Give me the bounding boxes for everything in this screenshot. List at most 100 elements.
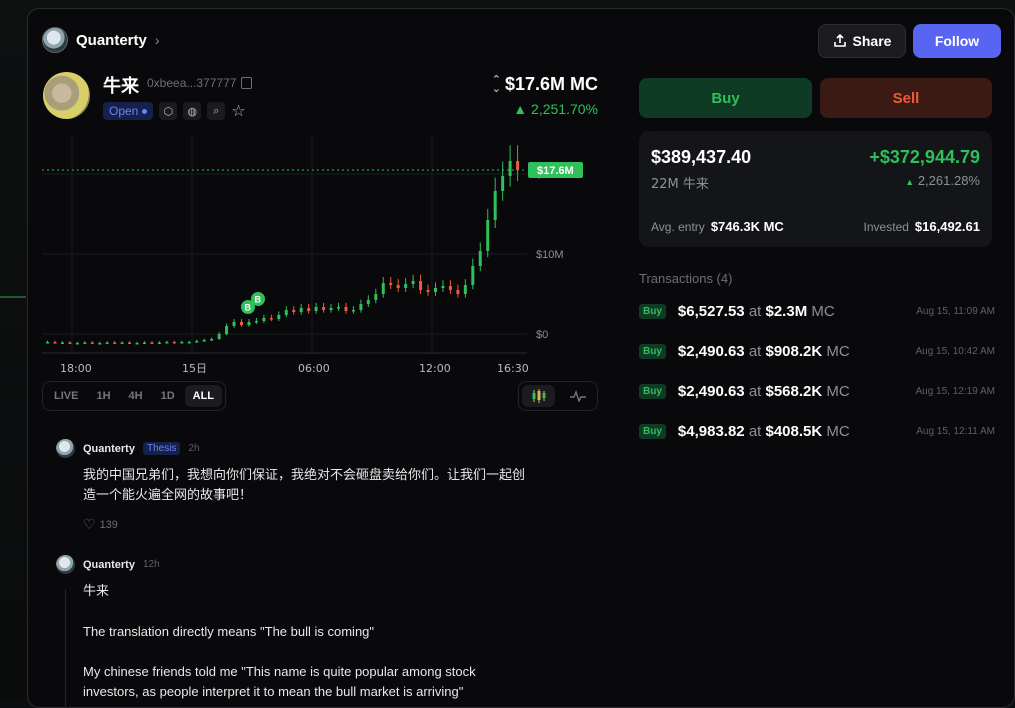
up-triangle-icon: ▲ xyxy=(905,177,914,187)
candle xyxy=(173,342,176,344)
tx-type-badge: Buy xyxy=(639,424,666,439)
position-card: $389,437.40 +$372,944.79 22M 牛来 ▲ 2,261.… xyxy=(639,131,992,247)
candle xyxy=(53,342,56,344)
post-line: 牛来 xyxy=(83,582,563,602)
thesis-tag: Thesis xyxy=(143,442,180,455)
candle xyxy=(277,315,280,319)
candle xyxy=(113,343,116,345)
transaction-row[interactable]: Buy $2,490.63 at $908.2K MC Aug 15, 10:4… xyxy=(639,340,995,362)
market-cap-change: ▲ 2,251.70% xyxy=(513,101,598,117)
globe-icon[interactable]: ◍ xyxy=(183,102,201,120)
position-value: $389,437.40 xyxy=(651,147,751,168)
status-dot-icon xyxy=(142,109,147,114)
candle xyxy=(352,310,355,312)
tab-1d[interactable]: 1D xyxy=(153,385,183,407)
post-username[interactable]: Quanterty xyxy=(83,559,135,571)
post-time: 2h xyxy=(188,443,199,454)
thread-line xyxy=(65,589,66,708)
position-pnl-percent: ▲ 2,261.28% xyxy=(905,173,980,188)
avg-entry-label: Avg. entry xyxy=(651,220,705,234)
candle xyxy=(434,288,437,292)
buy-marker-label: B xyxy=(245,303,252,313)
profile-username[interactable]: Quanterty xyxy=(76,32,147,49)
avatar[interactable] xyxy=(56,555,75,574)
tx-time: Aug 15, 10:42 AM xyxy=(915,346,995,357)
x-tick-label: 18:00 xyxy=(60,362,92,375)
tx-summary: $2,490.63 at $568.2K MC xyxy=(678,383,850,400)
candle xyxy=(240,322,243,325)
share-label: Share xyxy=(853,33,892,49)
candle xyxy=(486,220,489,251)
candle xyxy=(315,307,318,311)
candle xyxy=(218,334,221,339)
candle xyxy=(106,343,109,345)
tx-unit: MC xyxy=(826,383,849,400)
invested-value: $16,492.61 xyxy=(915,219,980,234)
tx-type-badge: Buy xyxy=(639,304,666,319)
buy-button[interactable]: Buy xyxy=(639,78,812,118)
avatar[interactable] xyxy=(56,439,75,458)
transaction-row[interactable]: Buy $4,983.82 at $408.5K MC Aug 15, 12:1… xyxy=(639,420,995,442)
candle xyxy=(262,318,265,321)
tx-at: at xyxy=(749,303,762,320)
market-cap-value: $17.6M MC xyxy=(505,74,598,95)
candle xyxy=(479,251,482,266)
post-header: Quanterty 12h xyxy=(56,555,563,574)
post-time: 12h xyxy=(143,559,160,570)
post-line: investors, as people interpret it to mea… xyxy=(83,682,563,702)
candle xyxy=(285,310,288,315)
like-button[interactable]: ♡ 139 xyxy=(83,516,563,533)
follow-button[interactable]: Follow xyxy=(913,24,1001,58)
star-icon[interactable]: ☆ xyxy=(231,101,245,121)
avg-entry: Avg. entry$746.3K MC xyxy=(651,219,784,234)
tab-all[interactable]: ALL xyxy=(185,385,222,407)
token-address-text: 0xbeea...377777 xyxy=(147,76,236,90)
tx-type-badge: Buy xyxy=(639,384,666,399)
share-button[interactable]: Share xyxy=(818,24,906,58)
pulse-icon xyxy=(570,390,586,402)
current-price-label: $17.6M xyxy=(537,165,574,177)
status-badge-label: Open xyxy=(109,104,138,118)
candle xyxy=(247,322,250,325)
post-line: The translation directly means "The bull… xyxy=(83,622,563,642)
candle xyxy=(136,343,139,345)
line-chart-button[interactable] xyxy=(561,385,594,407)
tx-time: Aug 15, 12:11 AM xyxy=(916,426,995,437)
sell-button[interactable]: Sell xyxy=(820,78,992,118)
market-cap[interactable]: ⌃⌄ $17.6M MC xyxy=(492,74,598,95)
candle xyxy=(300,308,303,312)
candle xyxy=(464,285,467,294)
transaction-row[interactable]: Buy $6,527.53 at $2.3M MC Aug 15, 11:09 … xyxy=(639,300,995,322)
candle xyxy=(359,304,362,310)
copy-icon[interactable] xyxy=(241,77,252,89)
candlestick-chart-button[interactable] xyxy=(522,385,555,407)
tx-at: at xyxy=(749,343,762,360)
tab-1h[interactable]: 1H xyxy=(88,385,118,407)
token-avatar xyxy=(43,72,90,119)
candle xyxy=(121,343,124,345)
candle xyxy=(225,326,228,334)
token-name: 牛来 xyxy=(103,72,139,98)
search-icon[interactable]: ⌕ xyxy=(207,102,225,120)
tx-type-badge: Buy xyxy=(639,344,666,359)
tx-unit: MC xyxy=(826,343,849,360)
candle xyxy=(307,308,310,311)
token-address[interactable]: 0xbeea...377777 xyxy=(147,76,252,90)
tx-unit: MC xyxy=(811,303,834,320)
transaction-row[interactable]: Buy $2,490.63 at $568.2K MC Aug 15, 12:1… xyxy=(639,380,995,402)
tab-live[interactable]: LIVE xyxy=(46,385,86,407)
candle xyxy=(188,342,191,344)
profile-header[interactable]: Quanterty › xyxy=(42,27,160,53)
price-chart[interactable]: $20M$10M$018:0015日06:0012:0016:30$17.6MB… xyxy=(42,134,602,379)
tx-mc: $908.2K xyxy=(766,343,823,360)
y-tick-label: $10M xyxy=(536,249,564,261)
candle xyxy=(344,307,347,311)
candle xyxy=(427,290,430,292)
x-tick-label: 12:00 xyxy=(419,362,451,375)
post-username[interactable]: Quanterty xyxy=(83,443,135,455)
tab-4h[interactable]: 4H xyxy=(121,385,151,407)
position-footer: Avg. entry$746.3K MC Invested$16,492.61 xyxy=(651,219,980,234)
chevron-right-icon: › xyxy=(155,32,160,48)
candle xyxy=(516,161,519,170)
cube-icon[interactable]: ⬡ xyxy=(159,102,177,120)
